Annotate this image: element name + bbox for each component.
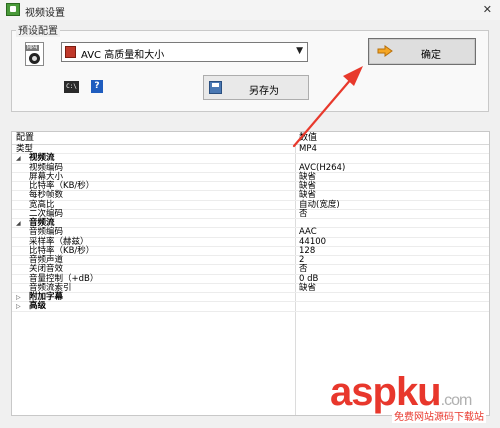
watermark-logo: aspku.com 免费网站源码下载站 [330, 370, 500, 428]
annotation-arrow-icon [292, 66, 363, 148]
watermark-asp: asp [330, 370, 397, 414]
watermark-domain: .com [440, 392, 473, 409]
watermark-subtitle: 免费网站源码下载站 [392, 408, 486, 423]
